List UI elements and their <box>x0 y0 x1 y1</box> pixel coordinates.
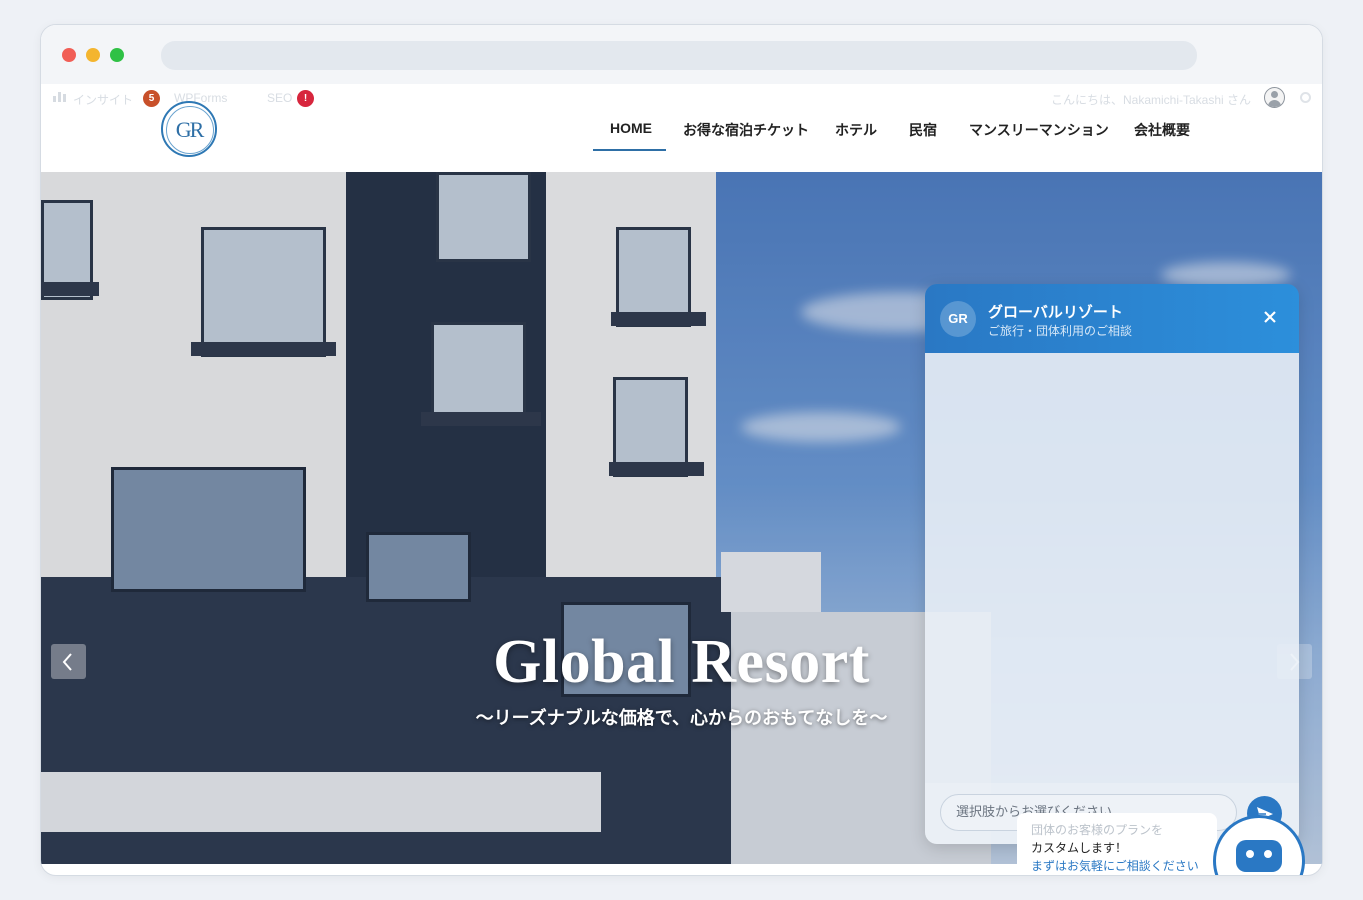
chat-header: GR グローバルリゾート ご旅行・団体利用のご相談 <box>925 284 1299 353</box>
chevron-left-icon <box>62 653 72 671</box>
chat-promo-bubble[interactable]: 団体のお客様のプランを カスタムします！ まずはお気軽にご相談ください <box>1017 813 1217 875</box>
chat-subtitle: ご旅行・団体利用のご相談 <box>988 324 1133 338</box>
nav-item-company[interactable]: 会社概要 <box>1134 120 1190 140</box>
nav-item-hotel[interactable]: ホテル <box>835 120 877 140</box>
promo-line: カスタムします！ <box>1031 841 1128 855</box>
nav-item-tickets[interactable]: お得な宿泊チケット <box>683 120 809 140</box>
nav-item-home[interactable]: HOME <box>610 120 652 136</box>
minimize-window-button[interactable] <box>86 48 100 62</box>
browser-titlebar <box>41 25 1322 84</box>
close-icon <box>1264 311 1276 323</box>
seo-menu[interactable]: SEO <box>267 91 292 105</box>
nav-item-minshuku[interactable]: 民宿 <box>909 120 937 140</box>
admin-greeting[interactable]: こんにちは、Nakamichi-Takashi さん <box>1051 91 1251 108</box>
nav-item-monthly-mansion[interactable]: マンスリーマンション <box>969 120 1109 140</box>
robot-icon <box>1236 840 1282 872</box>
maximize-window-button[interactable] <box>110 48 124 62</box>
insight-count-badge: 5 <box>143 90 160 107</box>
chat-avatar: GR <box>940 301 976 337</box>
chat-messages <box>925 353 1299 783</box>
insight-menu[interactable]: インサイト <box>73 91 133 108</box>
promo-line: 団体のお客様のプランを <box>1031 823 1164 837</box>
insights-chart-icon <box>53 90 67 102</box>
chat-widget: GR グローバルリゾート ご旅行・団体利用のご相談 <box>925 284 1299 844</box>
site-logo[interactable]: GR <box>161 101 217 157</box>
nav-active-indicator <box>593 149 666 151</box>
user-avatar-icon[interactable] <box>1264 87 1285 108</box>
close-window-button[interactable] <box>62 48 76 62</box>
chat-close-button[interactable] <box>1259 307 1281 329</box>
seo-alert-badge: ! <box>297 90 314 107</box>
promo-line: まずはお気軽にご相談ください <box>1031 859 1199 873</box>
search-icon[interactable] <box>1300 92 1311 103</box>
browser-window: インサイト WPForms SEO こんにちは、Nakamichi-Takash… <box>40 24 1323 876</box>
logo-text: GR <box>175 117 205 142</box>
slider-prev-button[interactable] <box>51 644 86 679</box>
chat-title: グローバルリゾート <box>988 304 1123 321</box>
wp-admin-bar: インサイト WPForms SEO こんにちは、Nakamichi-Takash… <box>41 84 1322 112</box>
address-bar[interactable] <box>161 41 1197 70</box>
